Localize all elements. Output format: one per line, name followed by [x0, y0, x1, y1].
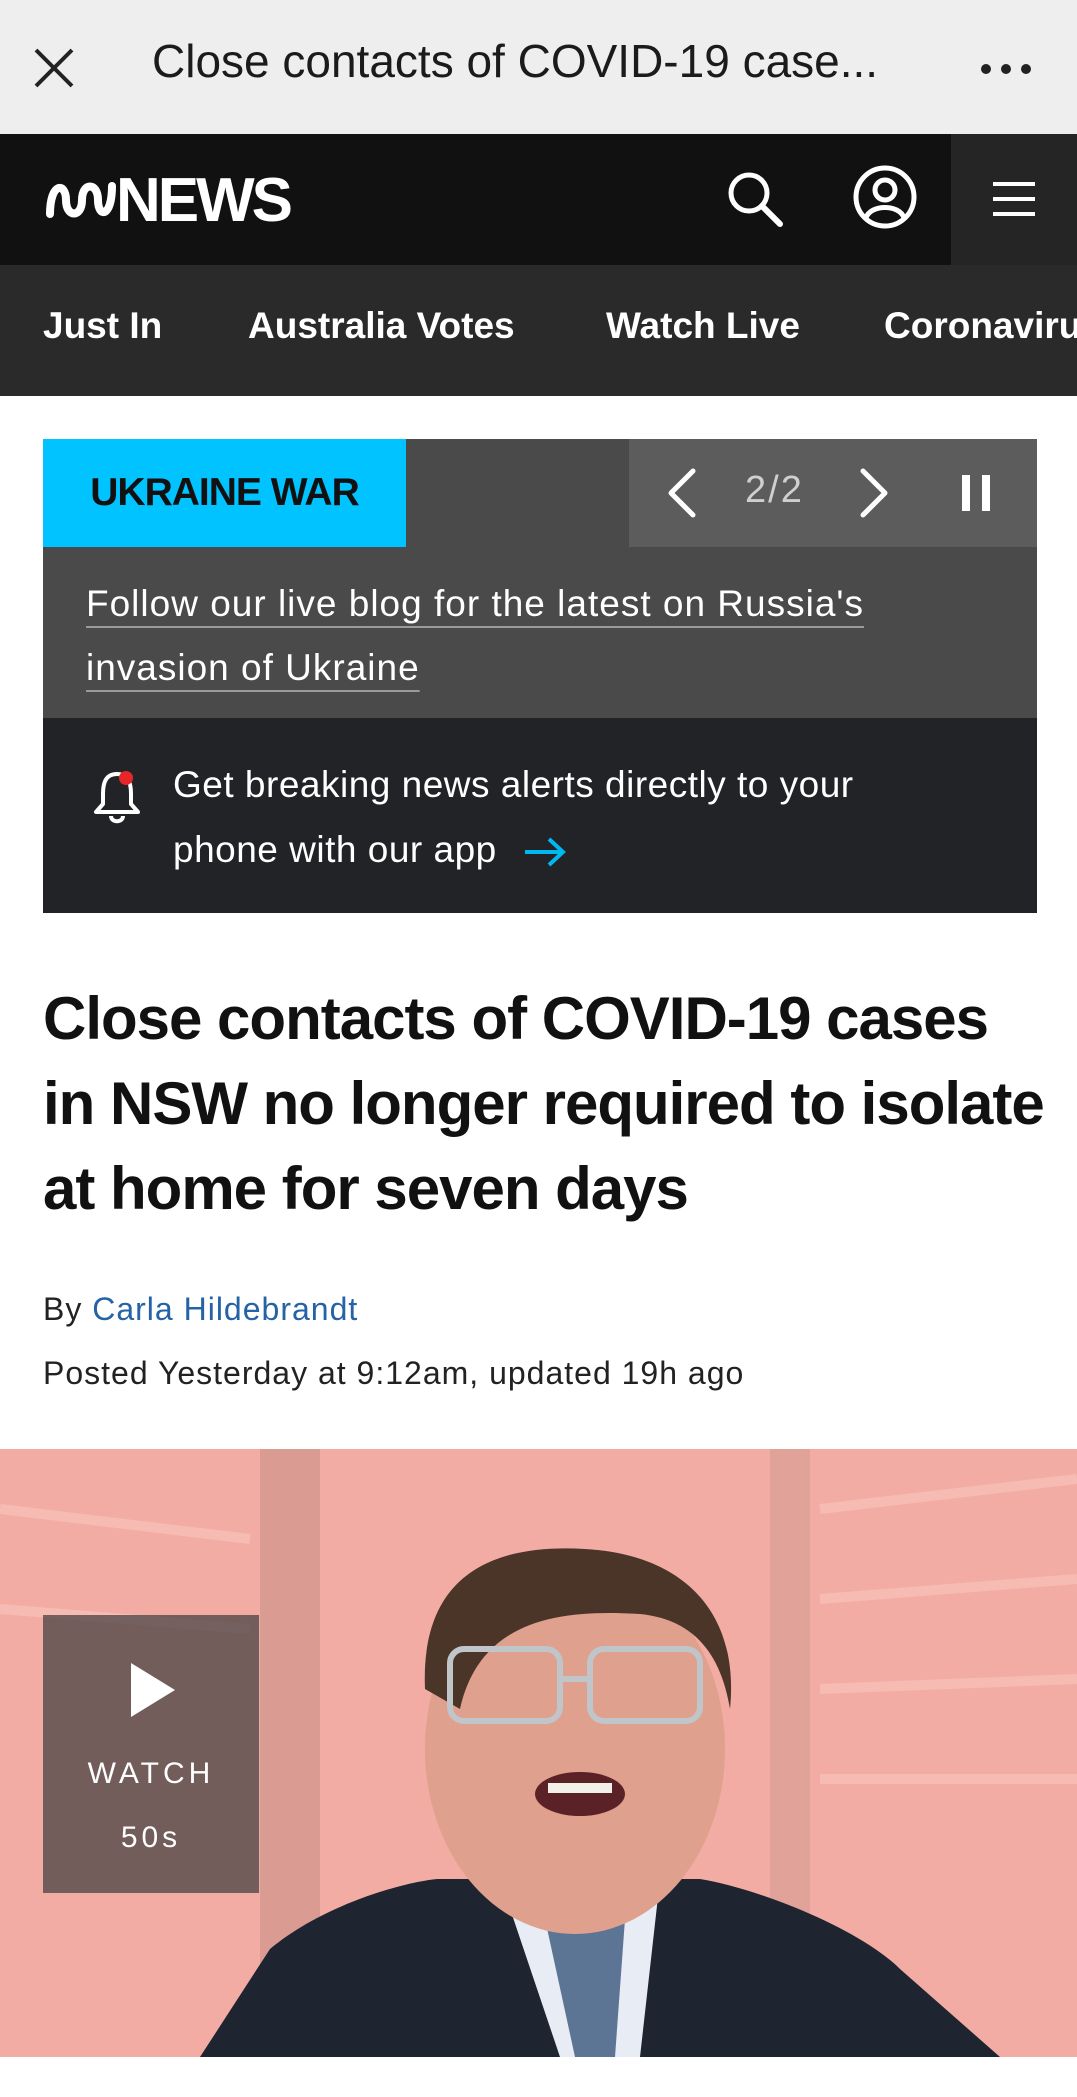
- more-options-icon[interactable]: [978, 44, 1034, 94]
- play-icon: [131, 1663, 175, 1717]
- video-player[interactable]: WATCH 50s: [0, 1449, 1077, 2057]
- abc-wave-icon: [46, 182, 116, 218]
- search-icon[interactable]: [722, 166, 788, 232]
- nav-item-watch-live[interactable]: Watch Live: [606, 305, 800, 347]
- browser-toolbar: Close contacts of COVID-19 case...: [0, 0, 1077, 134]
- byline-prefix: By: [43, 1291, 83, 1327]
- watch-label: WATCH: [87, 1757, 215, 1790]
- account-icon[interactable]: [852, 164, 918, 230]
- banner-tag: UKRAINE WAR: [43, 439, 406, 547]
- watch-video-button[interactable]: WATCH 50s: [43, 1615, 259, 1893]
- arrow-right-icon: [524, 837, 566, 867]
- banner-pager: 2/2: [629, 439, 1037, 547]
- pager-count: 2/2: [745, 469, 804, 511]
- pause-icon[interactable]: [959, 473, 993, 513]
- site-header: NEWS: [0, 134, 1077, 265]
- breaking-banner: UKRAINE WAR 2/2 Follow our live blog for…: [43, 439, 1037, 913]
- nav-item-australia-votes[interactable]: Australia Votes: [248, 305, 515, 347]
- bell-notification-icon: [94, 771, 140, 824]
- live-blog-link[interactable]: Follow our live blog for the latest on R…: [86, 572, 986, 700]
- app-promo-line-2: phone with our app: [173, 829, 497, 870]
- nav-item-coronavirus[interactable]: Coronavirus: [884, 305, 1077, 347]
- chevron-left-icon[interactable]: [663, 467, 703, 519]
- hamburger-menu-icon: [993, 182, 1035, 216]
- article-timestamp: Posted Yesterday at 9:12am, updated 19h …: [43, 1355, 745, 1391]
- section-nav: Just In Australia Votes Watch Live Coron…: [0, 265, 1077, 396]
- app-alerts-promo[interactable]: Get breaking news alerts directly to you…: [43, 718, 1037, 913]
- live-blog-line-2: invasion of Ukraine: [86, 647, 420, 688]
- chevron-right-icon[interactable]: [853, 467, 893, 519]
- menu-button[interactable]: [951, 134, 1077, 265]
- abc-news-logo[interactable]: NEWS: [44, 165, 293, 235]
- app-promo-text: Get breaking news alerts directly to you…: [173, 752, 933, 882]
- nav-item-just-in[interactable]: Just In: [43, 305, 162, 347]
- article-byline: By Carla Hildebrandt: [43, 1291, 358, 1328]
- article-headline: Close contacts of COVID-19 cases in NSW …: [43, 985, 1045, 1222]
- browser-page-title: Close contacts of COVID-19 case...: [152, 35, 879, 87]
- author-link[interactable]: Carla Hildebrandt: [92, 1291, 358, 1327]
- app-promo-line-1: Get breaking news alerts directly to you…: [173, 764, 854, 805]
- logo-wordmark: NEWS: [116, 165, 293, 235]
- video-duration: 50s: [120, 1821, 182, 1854]
- close-icon[interactable]: [28, 42, 80, 94]
- live-blog-line-1: Follow our live blog for the latest on R…: [86, 583, 864, 624]
